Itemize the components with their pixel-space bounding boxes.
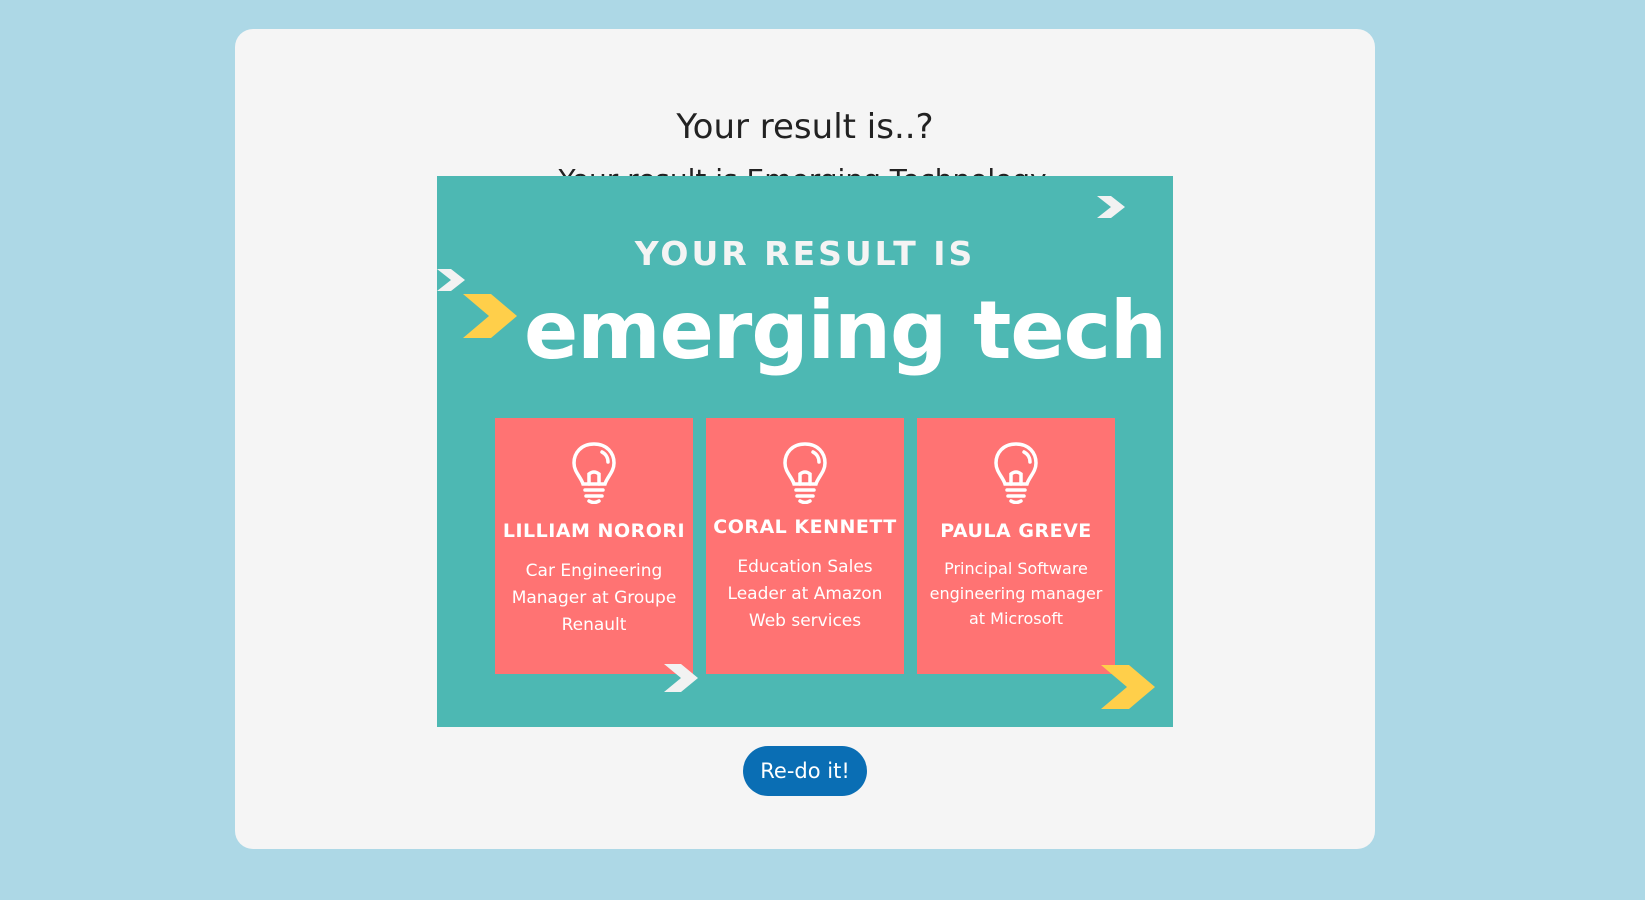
person-role: Car Engineering Manager at Groupe Renaul… — [511, 561, 677, 635]
image-title-big: emerging tech — [524, 284, 1167, 377]
chevron-right-icon — [1101, 665, 1155, 709]
lightbulb-icon — [783, 442, 827, 504]
chevron-right-icon — [664, 664, 698, 692]
person-card: PAULA GREVE Principal Software engineeri… — [917, 418, 1115, 674]
person-role: Principal Software engineering manager a… — [929, 559, 1103, 628]
chevron-right-icon — [1097, 196, 1125, 218]
person-name: LILLIAM NORORI — [502, 520, 686, 542]
person-card: LILLIAM NORORI Car Engineering Manager a… — [495, 418, 693, 674]
redo-button[interactable]: Re-do it! — [743, 746, 867, 796]
person-role: Education Sales Leader at Amazon Web ser… — [727, 557, 883, 631]
image-title-small: YOUR RESULT IS — [634, 234, 976, 273]
person-name: CORAL KENNETT — [713, 516, 897, 538]
person-card: CORAL KENNETT Education Sales Leader at … — [706, 418, 904, 674]
result-card: Your result is..? Your result is Emergin… — [235, 29, 1375, 849]
person-name: PAULA GREVE — [940, 520, 1092, 542]
result-heading: Your result is..? — [676, 107, 934, 147]
lightbulb-icon — [994, 442, 1038, 504]
lightbulb-icon — [572, 442, 616, 504]
result-image: YOUR RESULT IS emerging tech LILLIAM NOR… — [437, 176, 1173, 727]
